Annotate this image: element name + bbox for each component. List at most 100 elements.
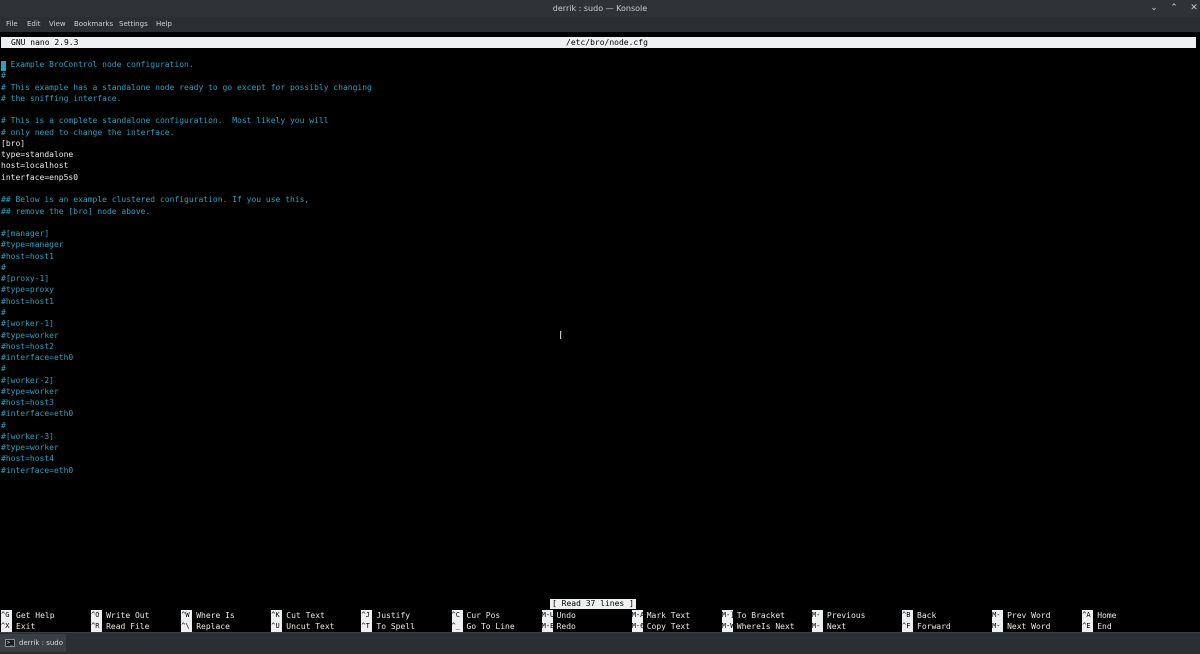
nano-filename: /etc/bro/node.cfg [566, 38, 648, 47]
shortcut-label: Forward [917, 622, 951, 631]
file-line: #host=host3 [1, 398, 54, 408]
shortcut-cut-text: ^K Cut Text [271, 610, 325, 621]
mouse-ibeam-icon: I [559, 329, 563, 342]
shortcut-label: Cut Text [286, 611, 325, 620]
shortcut-label: Go To Line [466, 622, 515, 631]
window-titlebar: derrik : sudo — Konsole ⌄ ⌃ ✕ [0, 0, 1200, 17]
shortcut-label: Previous [826, 611, 866, 620]
shortcut-back: ^B Back [902, 610, 936, 621]
file-line: #[worker-1] [1, 319, 54, 329]
shortcut-label: Back [917, 611, 937, 620]
menu-file[interactable]: File [6, 17, 18, 32]
shortcut-previous: M- Previous [811, 610, 866, 621]
file-line: interface=enp5s0 [1, 172, 79, 182]
shortcut-key: M-W [721, 621, 733, 632]
shortcut-whereis-next: M-W WhereIs Next [721, 621, 795, 632]
shortcut-key: ^E [1082, 621, 1094, 632]
file-line: [bro] [1, 138, 26, 148]
file-line: #type=worker [1, 443, 59, 453]
maximize-icon[interactable]: ⌃ [1163, 0, 1185, 17]
shortcut-key: ^U [271, 621, 283, 632]
file-line: #host=host2 [1, 341, 54, 351]
shortcut-prev-word: M- Prev Word [992, 610, 1050, 621]
shortcut-to-bracket: M-]To Bracket [721, 610, 785, 621]
shortcut-cur-pos: ^C Cur Pos [451, 610, 501, 621]
shortcut-forward: ^F Forward [902, 621, 951, 632]
shortcut-key: M-] [721, 610, 733, 621]
file-line: #type=manager [1, 240, 64, 250]
shortcut-label: Prev Word [1007, 611, 1051, 620]
shortcut-label: Next Word [1007, 622, 1051, 631]
shortcut-copy-text: M-6 Copy Text [631, 621, 690, 632]
file-line: #host=host1 [1, 251, 54, 261]
shortcut-key: ^B [902, 610, 913, 621]
shortcut-key: ^X [1, 621, 12, 632]
shortcut-uncut-text: ^U Uncut Text [271, 621, 334, 632]
menu-settings[interactable]: Settings [119, 17, 148, 32]
shortcut-undo: M-U Undo [541, 610, 576, 621]
shortcut-go-to-line: ^_ Go To Line [451, 621, 515, 632]
nano-header: GNU nano 2.9.3 /etc/bro/node.cfg [1, 37, 1196, 48]
shortcut-exit: ^X Exit [1, 621, 35, 632]
file-line: type=standalone [1, 150, 74, 160]
shortcut-label: Next [826, 622, 847, 631]
shortcut-label: Replace [196, 622, 230, 631]
shortcut-key: ^\ [181, 621, 193, 632]
file-line: # [1, 71, 6, 81]
shortcut-label: Justify [376, 611, 411, 620]
menu-bookmarks[interactable]: Bookmarks [74, 17, 113, 32]
file-line: #[worker-3] [1, 431, 54, 441]
shortcut-mark-text: M-A Mark Text [631, 610, 690, 621]
minimize-icon[interactable]: ⌄ [1143, 0, 1165, 17]
shortcut-key: ^F [902, 621, 913, 632]
file-line: #interface=eth0 [1, 353, 74, 362]
file-line: # only need to change the interface. [1, 127, 175, 137]
shortcut-key: ^W [181, 610, 193, 621]
menu-edit[interactable]: Edit [27, 17, 41, 32]
file-line: ## remove the [bro] node above. [1, 206, 151, 216]
tab-label: derrik : sudo [19, 639, 63, 647]
shortcut-label: Uncut Text [286, 622, 335, 631]
shortcut-key: M-6 [631, 621, 643, 632]
shortcut-key: M-A [631, 610, 643, 621]
shortcut-replace: ^\ Replace [181, 621, 230, 632]
shortcut-get-help: ^G Get Help [1, 610, 55, 621]
file-line: # This example has a standalone node rea… [1, 82, 372, 92]
menu-bar: File Edit View Bookmarks Settings Help [0, 17, 1200, 32]
file-line: # Example BroControl node configuration. [1, 60, 194, 69]
file-line: #host=host1 [1, 296, 54, 306]
shortcut-label: Cur Pos [466, 611, 501, 620]
shortcut-key: ^G [1, 610, 12, 621]
file-line: # [1, 262, 6, 272]
shortcut-key: ^C [451, 610, 463, 621]
shortcut-label: Redo [556, 622, 576, 631]
menu-view[interactable]: View [49, 17, 66, 32]
shortcut-key: ^J [361, 610, 373, 621]
shortcut-label: Exit [16, 622, 36, 631]
shortcut-label: Write Out [106, 611, 150, 620]
shortcut-write-out: ^O Write Out [91, 610, 149, 621]
file-line: #type=worker [1, 330, 59, 340]
shortcut-label: Read File [106, 622, 150, 631]
shortcut-label: WhereIs Next [736, 622, 795, 631]
window-title: derrik : sudo — Konsole [552, 4, 648, 13]
close-icon[interactable]: ✕ [1183, 0, 1200, 17]
shortcut-home: ^A Home [1082, 610, 1116, 621]
terminal-area[interactable]: GNU nano 2.9.3 /etc/bro/node.cfg # Examp… [0, 32, 1200, 632]
shortcut-key: M- [992, 610, 1004, 621]
shortcut-key: ^T [361, 621, 373, 632]
shortcut-key: M-E [541, 621, 553, 632]
file-line: #interface=eth0 [1, 409, 74, 419]
shortcut-key: M- [811, 621, 823, 632]
shortcut-next-word: M- Next Word [992, 621, 1050, 632]
file-line: #[manager] [1, 229, 50, 238]
shortcut-end: ^E End [1082, 621, 1112, 632]
shortcut-key: ^A [1082, 610, 1094, 621]
terminal-tab[interactable]: >_ derrik : sudo [0, 634, 66, 652]
shortcut-key: M- [811, 610, 823, 621]
file-line: # [1, 307, 6, 317]
file-line: #[proxy-1] [1, 274, 50, 284]
menu-help[interactable]: Help [156, 17, 172, 32]
shortcut-key: ^K [271, 610, 283, 621]
shortcut-redo: M-E Redo [541, 621, 576, 632]
